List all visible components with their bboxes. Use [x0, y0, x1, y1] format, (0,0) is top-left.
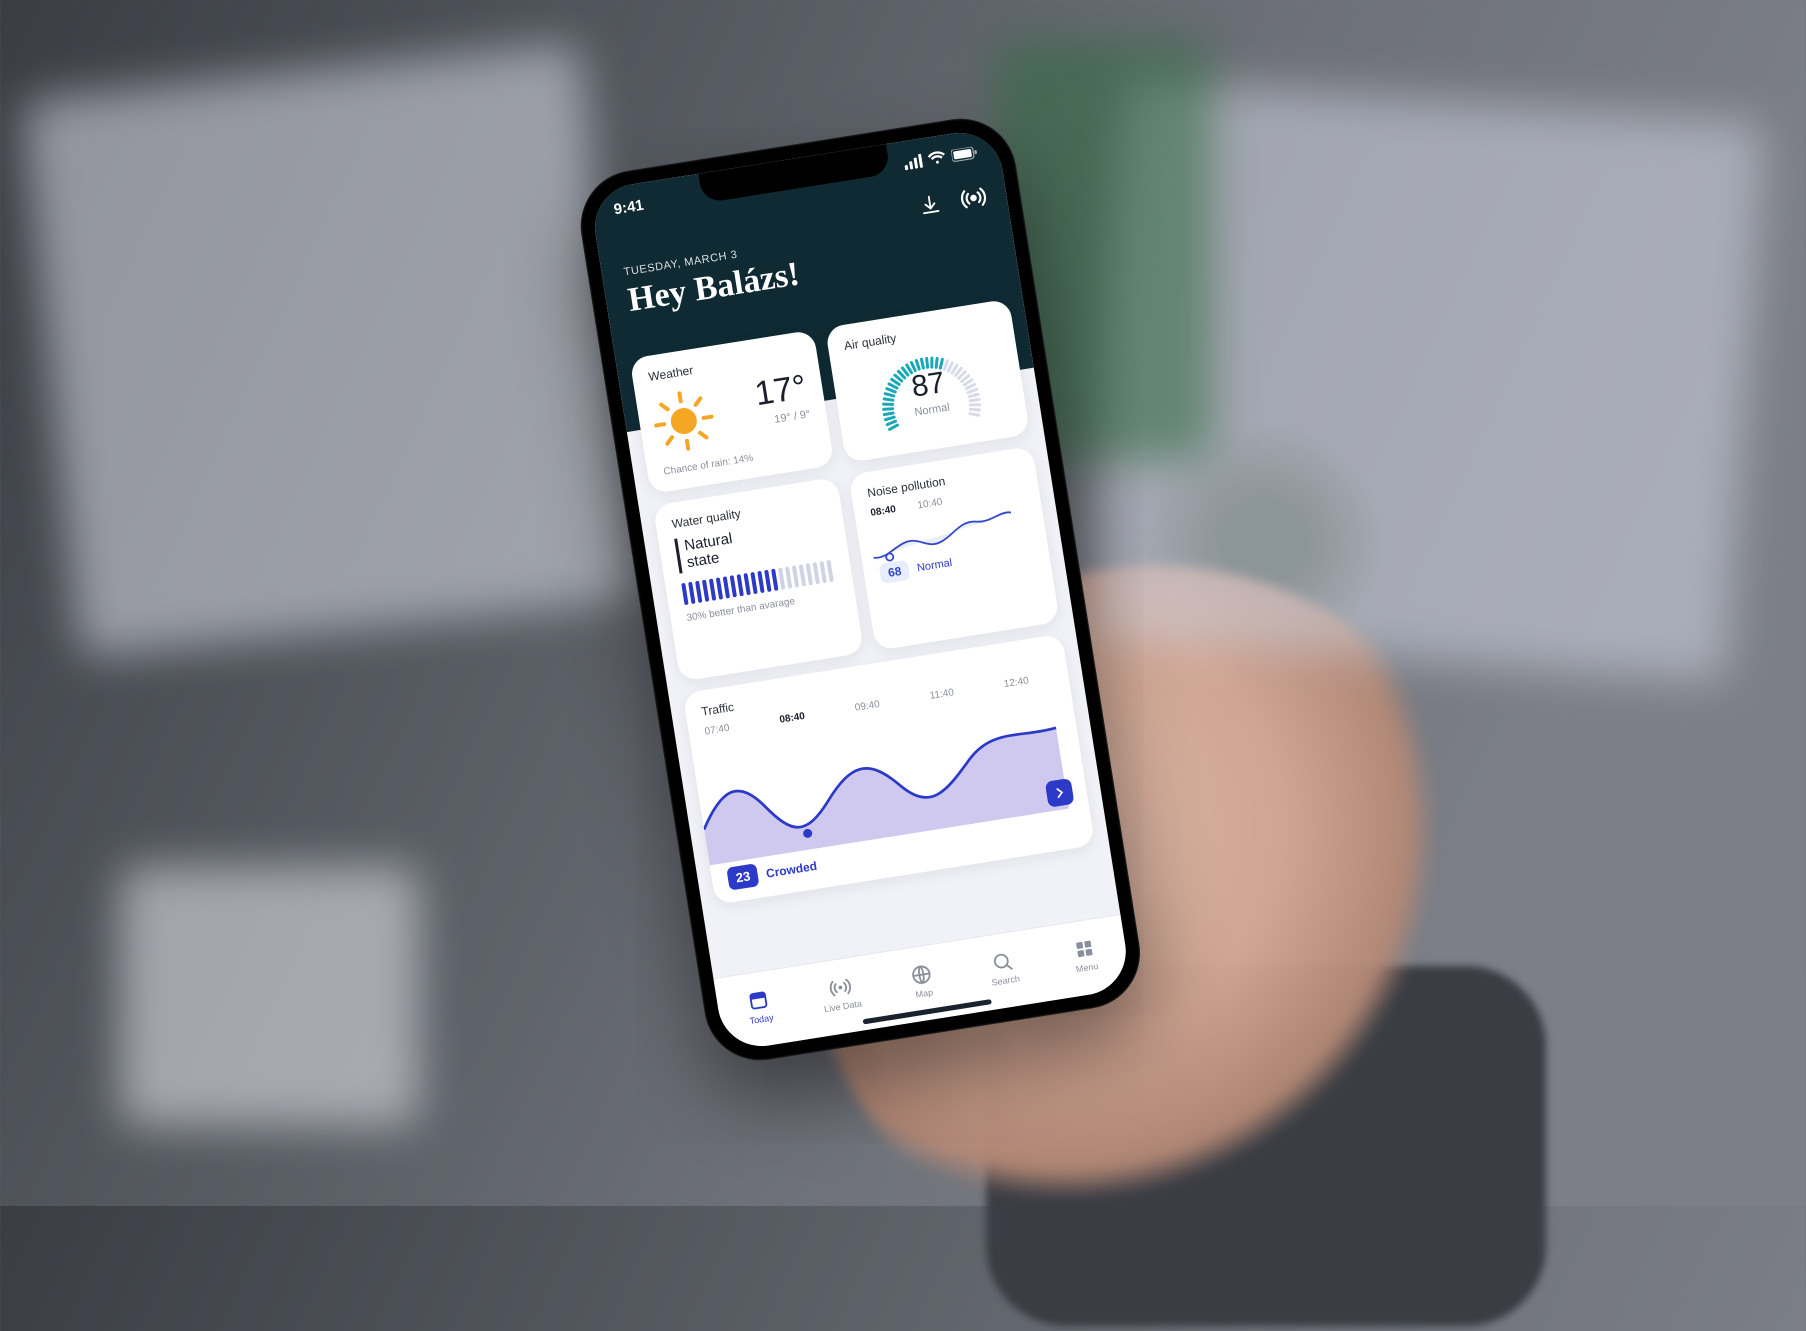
tab-label: Menu: [1075, 961, 1099, 974]
noise-time: 08:40: [870, 504, 897, 519]
traffic-card[interactable]: Traffic 07:4008:4009:4011:4012:40 23 Cro…: [682, 634, 1095, 905]
water-quality-accent-bar: [674, 539, 682, 574]
signal-icon: [903, 154, 923, 171]
noise-time: 10:40: [917, 497, 943, 512]
sun-icon: [652, 389, 716, 453]
grid-icon: [1071, 936, 1096, 961]
globe-icon: [909, 962, 934, 987]
tab-label: Search: [991, 973, 1021, 987]
tab-menu[interactable]: Menu: [1053, 933, 1118, 977]
traffic-time: 12:40: [1003, 675, 1029, 690]
temperature-value: 17°: [752, 368, 809, 415]
status-time: 9:41: [613, 196, 645, 217]
traffic-status: Crowded: [765, 858, 818, 880]
air-quality-card[interactable]: Air quality 87 Normal: [825, 299, 1030, 463]
download-icon: [917, 192, 942, 217]
traffic-time: 11:40: [929, 687, 955, 702]
broadcast-icon: [827, 975, 852, 1000]
wifi-icon: [927, 150, 947, 167]
tab-live[interactable]: Live Data: [809, 972, 874, 1016]
tab-today[interactable]: Today: [727, 984, 792, 1028]
chevron-right-icon: [1052, 785, 1068, 801]
search-icon: [990, 949, 1015, 974]
traffic-chart: [694, 710, 1069, 866]
traffic-time: 07:40: [704, 723, 730, 738]
tab-search[interactable]: Search: [971, 946, 1036, 990]
tab-label: Map: [915, 987, 934, 1000]
tab-label: Today: [749, 1012, 774, 1026]
tab-map[interactable]: Map: [890, 959, 955, 1003]
traffic-more-button[interactable]: [1045, 778, 1075, 808]
tab-label: Live Data: [823, 998, 862, 1014]
battery-icon: [951, 145, 979, 162]
traffic-time: 09:40: [854, 699, 880, 714]
cards-grid: Weather 17°: [629, 299, 1107, 981]
traffic-value-badge: 23: [726, 863, 760, 890]
water-quality-card[interactable]: Water quality Natural state 30% better t…: [653, 477, 865, 682]
today-icon: [746, 987, 771, 1012]
air-quality-value: 87: [909, 366, 947, 405]
weather-card[interactable]: Weather 17°: [629, 330, 834, 494]
noise-card[interactable]: Noise pollution 08:4010:40 68 Normal: [848, 446, 1060, 651]
traffic-time: 08:40: [779, 711, 806, 726]
